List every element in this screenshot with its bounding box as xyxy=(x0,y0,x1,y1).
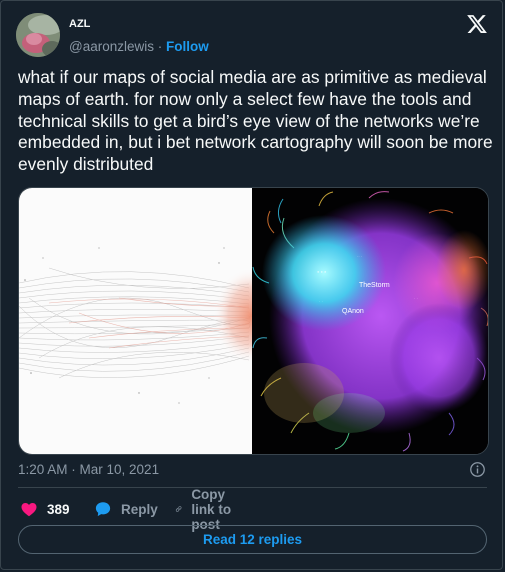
like-button[interactable]: 389 xyxy=(20,498,70,520)
svg-text:· ·: · · xyxy=(414,296,418,301)
right-network-panel: ● ● ● ·· · · · · · TheStorm QAnon xyxy=(252,188,488,454)
thestorm-label: TheStorm xyxy=(359,282,390,289)
reply-button[interactable]: Reply xyxy=(94,498,158,520)
author-handle-row: @aaronzlewis · Follow xyxy=(69,39,209,54)
tweet-text: what if our maps of social media are as … xyxy=(18,67,493,175)
reply-bubble-icon xyxy=(95,502,111,517)
read-replies-button[interactable]: Read 12 replies xyxy=(18,525,487,554)
svg-text:· ·: · · xyxy=(319,299,323,304)
tweet-card: AZL @aaronzlewis · Follow what if our ma… xyxy=(0,0,503,570)
author-handle[interactable]: @aaronzlewis xyxy=(69,39,154,54)
handle-separator: · xyxy=(154,39,166,54)
avatar[interactable] xyxy=(16,13,60,57)
avatar-image xyxy=(16,13,60,57)
author-name[interactable]: AZL xyxy=(69,18,90,30)
reply-label: Reply xyxy=(121,501,158,517)
timestamp[interactable]: 1:20 AM · Mar 10, 2021 xyxy=(18,462,159,477)
info-icon[interactable] xyxy=(469,461,486,478)
heart-icon xyxy=(21,503,37,517)
tweet-media[interactable]: ● ● ● ·· · · · · · TheStorm QAnon xyxy=(18,187,489,455)
link-icon xyxy=(175,506,182,512)
svg-text:·· ·: ·· · xyxy=(357,254,362,259)
like-count: 389 xyxy=(47,501,70,517)
left-network-panel xyxy=(19,188,252,454)
qanon-label: QAnon xyxy=(342,308,364,315)
read-replies-label: Read 12 replies xyxy=(202,532,303,547)
network-map-image: ● ● ● ·· · · · · · TheStorm QAnon xyxy=(19,188,488,454)
follow-button[interactable]: Follow xyxy=(166,39,209,54)
x-logo-icon[interactable] xyxy=(466,13,488,35)
svg-text:● ● ●: ● ● ● xyxy=(317,269,327,274)
divider xyxy=(18,487,487,488)
copy-link-button[interactable]: Copy link to post xyxy=(175,487,236,532)
